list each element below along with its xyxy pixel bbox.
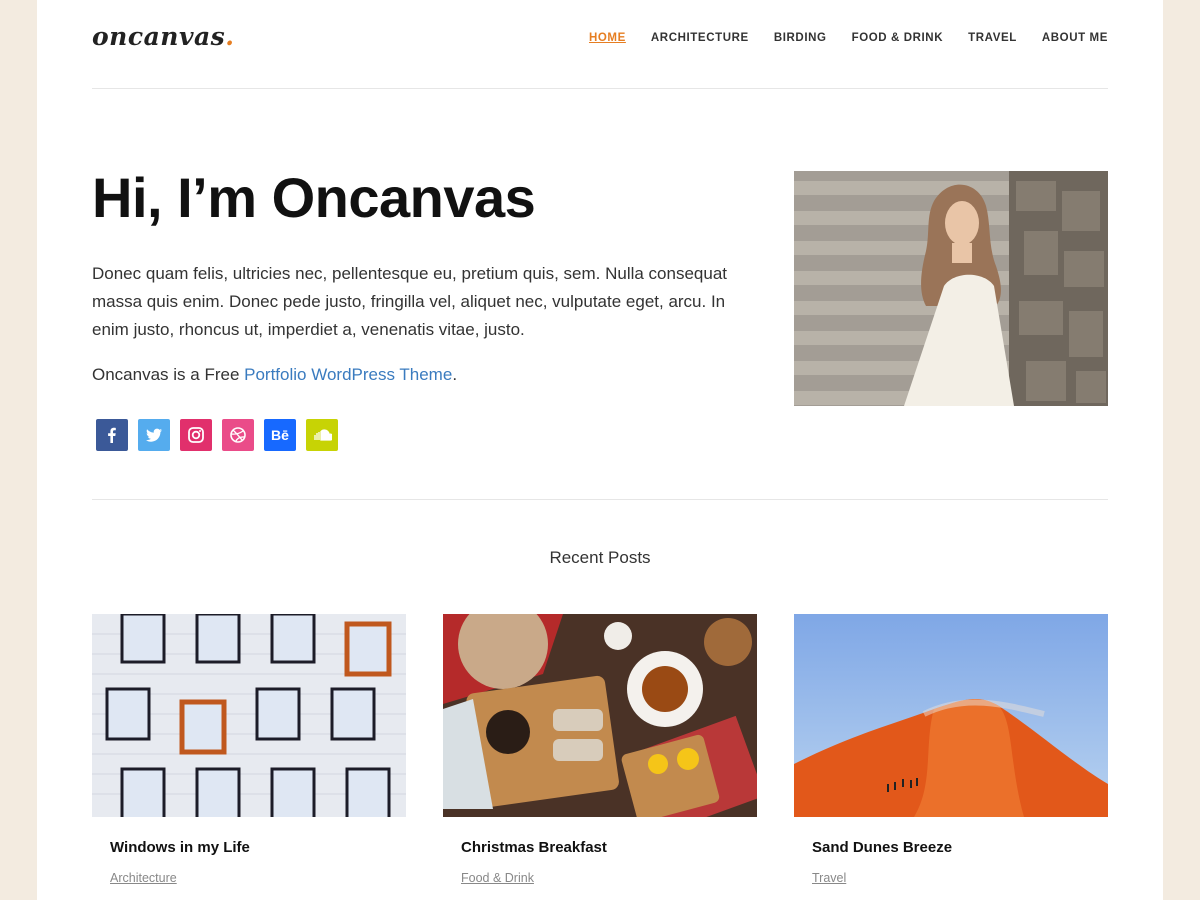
section-divider xyxy=(92,499,1108,500)
post-category-link[interactable]: Food & Drink xyxy=(461,871,534,885)
hero-title: Hi, I’m Oncanvas xyxy=(92,166,536,229)
page-container: oncanvas. HOME ARCHITECTURE BIRDING FOOD… xyxy=(37,0,1163,900)
logo-text: oncanvas xyxy=(92,22,226,51)
behance-icon[interactable]: Bē xyxy=(264,419,296,451)
post-category-link[interactable]: Architecture xyxy=(110,871,177,885)
post-title[interactable]: Windows in my Life xyxy=(110,839,406,856)
nav-item-food-drink[interactable]: FOOD & DRINK xyxy=(852,32,944,44)
hero-tagline: Oncanvas is a Free Portfolio WordPress T… xyxy=(92,361,457,389)
post-card-windows[interactable]: Windows in my Life Architecture xyxy=(92,614,406,887)
nav-item-birding[interactable]: BIRDING xyxy=(774,32,827,44)
nav-item-about-me[interactable]: ABOUT ME xyxy=(1042,32,1108,44)
portfolio-theme-link[interactable]: Portfolio WordPress Theme xyxy=(244,365,452,384)
recent-posts-title: Recent Posts xyxy=(549,548,651,567)
twitter-icon[interactable] xyxy=(138,419,170,451)
nav-item-travel[interactable]: TRAVEL xyxy=(968,32,1017,44)
tagline-prefix: Oncanvas is a Free xyxy=(92,365,245,384)
nav-item-home[interactable]: HOME xyxy=(589,32,626,44)
instagram-icon[interactable] xyxy=(180,419,212,451)
hero-portrait-image xyxy=(794,171,1108,406)
site-logo[interactable]: oncanvas. xyxy=(92,22,234,51)
soundcloud-icon[interactable] xyxy=(306,419,338,451)
tagline-suffix: . xyxy=(452,365,458,384)
logo-dot: . xyxy=(225,22,235,51)
post-category-link[interactable]: Travel xyxy=(812,871,846,885)
post-title[interactable]: Christmas Breakfast xyxy=(461,839,757,856)
facebook-icon[interactable] xyxy=(96,419,128,451)
post-card-sand-dunes[interactable]: Sand Dunes Breeze Travel xyxy=(794,614,1108,887)
social-icons: Bē xyxy=(96,419,338,451)
hero-paragraph: Donec quam felis, ultricies nec, pellent… xyxy=(92,264,728,339)
post-thumbnail-windows[interactable] xyxy=(92,614,406,817)
nav-item-architecture[interactable]: ARCHITECTURE xyxy=(651,32,749,44)
post-card-christmas-breakfast[interactable]: Christmas Breakfast Food & Drink xyxy=(443,614,757,887)
site-header: oncanvas. HOME ARCHITECTURE BIRDING FOOD… xyxy=(92,0,1108,89)
dribbble-icon[interactable] xyxy=(222,419,254,451)
behance-glyph: Bē xyxy=(271,427,289,443)
main-nav: HOME ARCHITECTURE BIRDING FOOD & DRINK T… xyxy=(589,32,1108,44)
post-thumbnail-breakfast[interactable] xyxy=(443,614,757,817)
post-thumbnail-dunes[interactable] xyxy=(794,614,1108,817)
post-title[interactable]: Sand Dunes Breeze xyxy=(812,839,1108,856)
